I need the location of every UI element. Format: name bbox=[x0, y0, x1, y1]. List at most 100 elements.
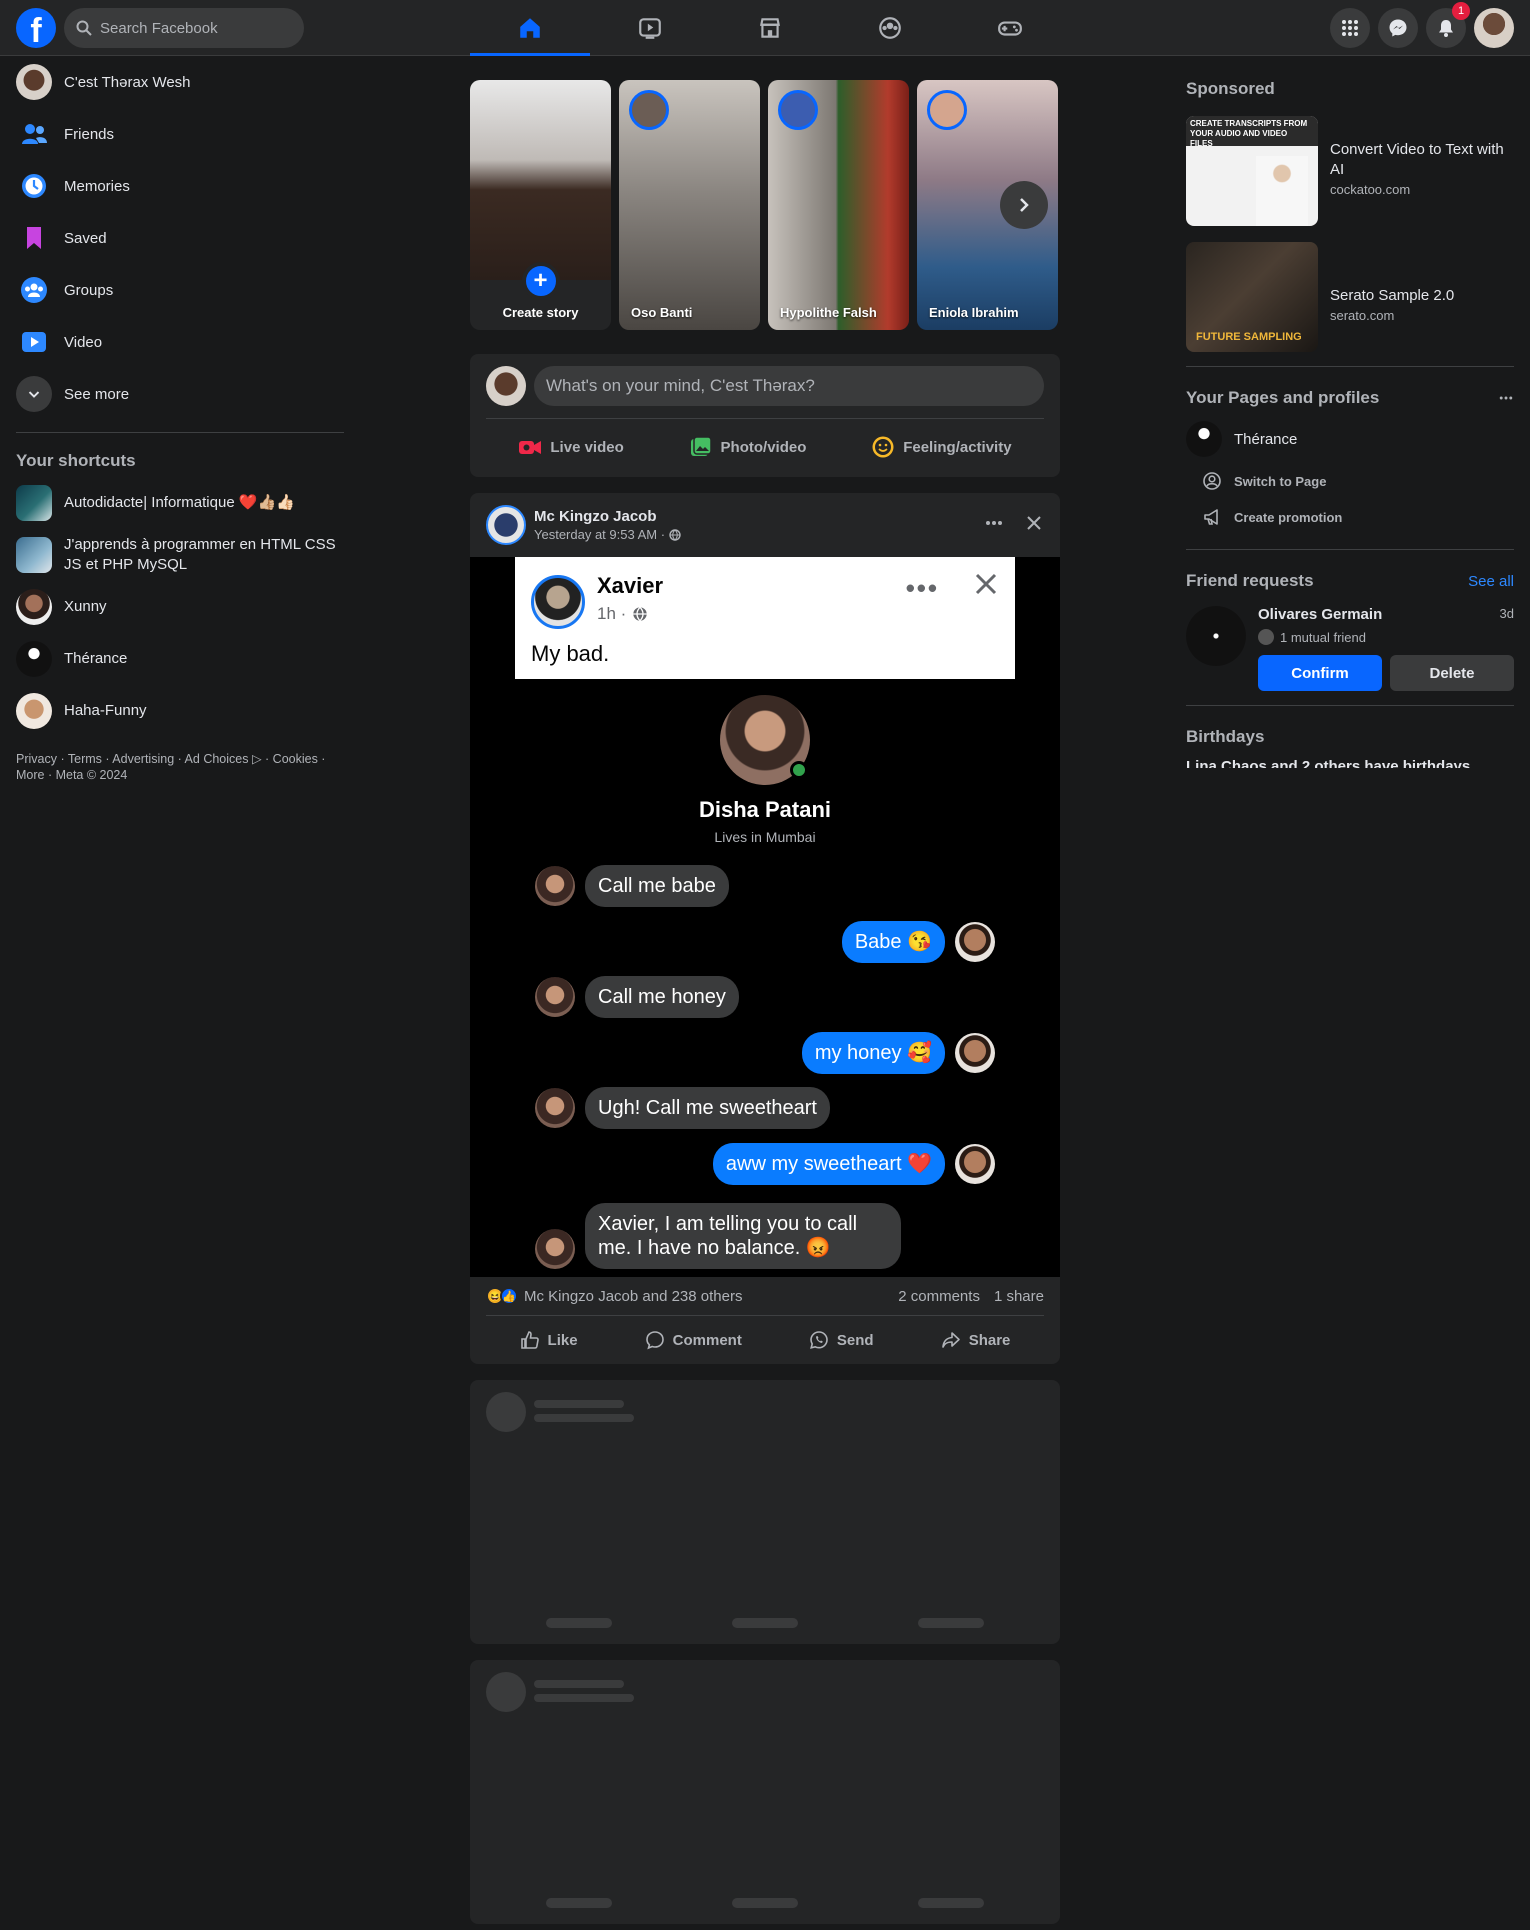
facebook-logo[interactable]: f bbox=[16, 8, 56, 48]
tab-groups[interactable] bbox=[830, 0, 950, 56]
avatar bbox=[535, 1229, 575, 1269]
close-icon[interactable] bbox=[1024, 513, 1044, 533]
tab-home[interactable] bbox=[470, 0, 590, 56]
message-bubble: Call me babe bbox=[585, 865, 729, 907]
sidebar-item-friends[interactable]: Friends bbox=[8, 108, 348, 160]
shortcut-autodidacte[interactable]: Autodidacte| Informatique ❤️👍🏼👍🏻 bbox=[8, 477, 348, 529]
confirm-button[interactable]: Confirm bbox=[1258, 655, 1382, 691]
shortcut-programmer[interactable]: J'apprends à programmer en HTML CSS JS e… bbox=[8, 529, 348, 581]
post-timestamp[interactable]: Yesterday at 9:53 AM · bbox=[534, 527, 665, 542]
author-avatar[interactable] bbox=[486, 505, 526, 545]
shortcut-xunny[interactable]: Xunny bbox=[8, 581, 348, 633]
birthday-text: Lina Chaos and 2 others have birthdays bbox=[1186, 758, 1471, 768]
post-composer: What's on your mind, C'est Thərax? Live … bbox=[470, 354, 1060, 477]
loading-post-placeholder bbox=[470, 1660, 1060, 1924]
message-bubble: aww my sweetheart ❤️ bbox=[712, 1143, 945, 1185]
sidebar-item-groups[interactable]: Groups bbox=[8, 264, 348, 316]
sidebar-item-video[interactable]: Video bbox=[8, 316, 348, 368]
birthdays-heading-text: Birthdays bbox=[1186, 727, 1265, 746]
delete-button[interactable]: Delete bbox=[1390, 655, 1514, 691]
live-video-button[interactable]: Live video bbox=[518, 427, 624, 467]
skeleton-action bbox=[546, 1618, 612, 1628]
sidebar-item-saved[interactable]: Saved bbox=[8, 212, 348, 264]
birthdays-heading: Birthdays bbox=[1186, 720, 1514, 754]
post-author[interactable]: Mc Kingzo Jacob bbox=[534, 508, 681, 525]
stories-next-button[interactable] bbox=[1000, 181, 1048, 229]
sidebar-profile-name: C'est Thərax Wesh bbox=[64, 73, 191, 91]
search-input[interactable]: Search Facebook bbox=[64, 8, 304, 48]
create-story-card[interactable]: + Create story bbox=[470, 80, 611, 330]
create-promotion-button[interactable]: Create promotion bbox=[1186, 499, 1514, 535]
sidebar-item-profile[interactable]: C'est Thərax Wesh bbox=[8, 56, 348, 108]
search-icon bbox=[76, 20, 92, 36]
saved-icon bbox=[16, 220, 52, 256]
reactions-count[interactable]: Mc Kingzo Jacob and 238 others bbox=[524, 1288, 742, 1305]
avatar bbox=[535, 866, 575, 906]
more-options-icon[interactable] bbox=[984, 513, 1004, 533]
sidebar-item-memories[interactable]: Memories bbox=[8, 160, 348, 212]
story-card[interactable]: Oso Banti bbox=[619, 80, 760, 330]
shortcut-therance[interactable]: Thérance bbox=[8, 633, 348, 685]
menu-button[interactable] bbox=[1330, 8, 1370, 48]
notifications-button[interactable]: 1 bbox=[1426, 2, 1470, 48]
composer-input[interactable]: What's on your mind, C'est Thərax? bbox=[534, 366, 1044, 406]
globe-icon bbox=[669, 528, 681, 541]
messenger-button[interactable] bbox=[1378, 8, 1418, 48]
share-button[interactable]: Share bbox=[941, 1320, 1010, 1360]
thumbs-up-icon bbox=[520, 1331, 539, 1349]
sidebar-item-label: See more bbox=[64, 385, 130, 403]
message-bubble: Ugh! Call me sweetheart bbox=[585, 1087, 830, 1129]
left-sidebar: C'est Thərax Wesh Friends Memories Saved… bbox=[8, 56, 348, 797]
sidebar-item-see-more[interactable]: See more bbox=[8, 368, 348, 420]
more-options-icon[interactable] bbox=[1498, 390, 1514, 406]
account-avatar[interactable] bbox=[1474, 8, 1514, 48]
chat-message: Babe 😘 bbox=[841, 921, 995, 963]
post-image[interactable]: Xavier 1h · My bad. ••• Disha Patani Liv… bbox=[470, 557, 1060, 1277]
page-item[interactable]: Thérance bbox=[1186, 415, 1514, 463]
globe-icon bbox=[633, 606, 647, 622]
embedded-text: My bad. bbox=[531, 641, 610, 666]
message-bubble: Call me honey bbox=[585, 976, 739, 1018]
sponsored-ad[interactable]: CREATE TRANSCRIPTS FROM YOUR AUDIO AND V… bbox=[1186, 116, 1514, 226]
comment-button[interactable]: Comment bbox=[645, 1320, 742, 1360]
ad-image-figure bbox=[1256, 156, 1308, 226]
shares-count[interactable]: 1 share bbox=[994, 1288, 1044, 1305]
switch-to-page-button[interactable]: Switch to Page bbox=[1186, 463, 1514, 499]
shortcut-label: J'apprends à programmer en HTML CSS JS e… bbox=[64, 536, 336, 573]
see-all-link[interactable]: See all bbox=[1468, 573, 1514, 590]
chevron-down-icon bbox=[16, 376, 52, 412]
footer-links[interactable]: Privacy · Terms · Advertising · Ad Choic… bbox=[8, 737, 348, 797]
loading-post-placeholder bbox=[470, 1380, 1060, 1644]
story-card[interactable]: Hypolithe Falsh bbox=[768, 80, 909, 330]
shortcut-label: Thérance bbox=[64, 650, 128, 667]
tab-watch[interactable] bbox=[590, 0, 710, 56]
birthday-notice[interactable]: Lina Chaos and 2 others have birthdays bbox=[1186, 758, 1514, 768]
photo-video-button[interactable]: Photo/video bbox=[689, 427, 806, 467]
top-right-actions: 1 bbox=[1330, 2, 1514, 48]
story-name: Eniola Ibrahim bbox=[929, 305, 1019, 320]
tab-marketplace[interactable] bbox=[710, 0, 830, 56]
send-button[interactable]: Send bbox=[809, 1320, 874, 1360]
comments-count[interactable]: 2 comments bbox=[898, 1288, 980, 1305]
right-sidebar: Sponsored CREATE TRANSCRIPTS FROM YOUR A… bbox=[1186, 72, 1514, 768]
like-button[interactable]: Like bbox=[520, 1320, 578, 1360]
requester-name[interactable]: Olivares Germain bbox=[1258, 606, 1382, 623]
sponsored-ad[interactable]: FUTURE SAMPLING Serato Sample 2.0 serato… bbox=[1186, 242, 1514, 352]
page-avatar bbox=[1186, 421, 1222, 457]
shortcut-haha-funny[interactable]: Haha-Funny bbox=[8, 685, 348, 737]
share-icon bbox=[941, 1332, 960, 1348]
switch-profile-icon bbox=[1203, 472, 1221, 490]
message-bubble: my honey 🥰 bbox=[801, 1032, 945, 1074]
embedded-author: Xavier bbox=[597, 573, 664, 598]
feeling-activity-button[interactable]: Feeling/activity bbox=[871, 427, 1012, 467]
megaphone-icon bbox=[1204, 509, 1218, 525]
tab-gaming[interactable] bbox=[950, 0, 1070, 56]
divider bbox=[1186, 549, 1514, 550]
search-placeholder: Search Facebook bbox=[100, 19, 218, 37]
requester-avatar[interactable] bbox=[1186, 606, 1246, 666]
sidebar-item-label: Saved bbox=[64, 229, 107, 247]
avatar bbox=[486, 366, 526, 406]
shortcut-label: Autodidacte| Informatique ❤️👍🏼👍🏻 bbox=[64, 494, 295, 511]
main-nav bbox=[470, 0, 1070, 56]
groups-icon bbox=[879, 17, 901, 39]
